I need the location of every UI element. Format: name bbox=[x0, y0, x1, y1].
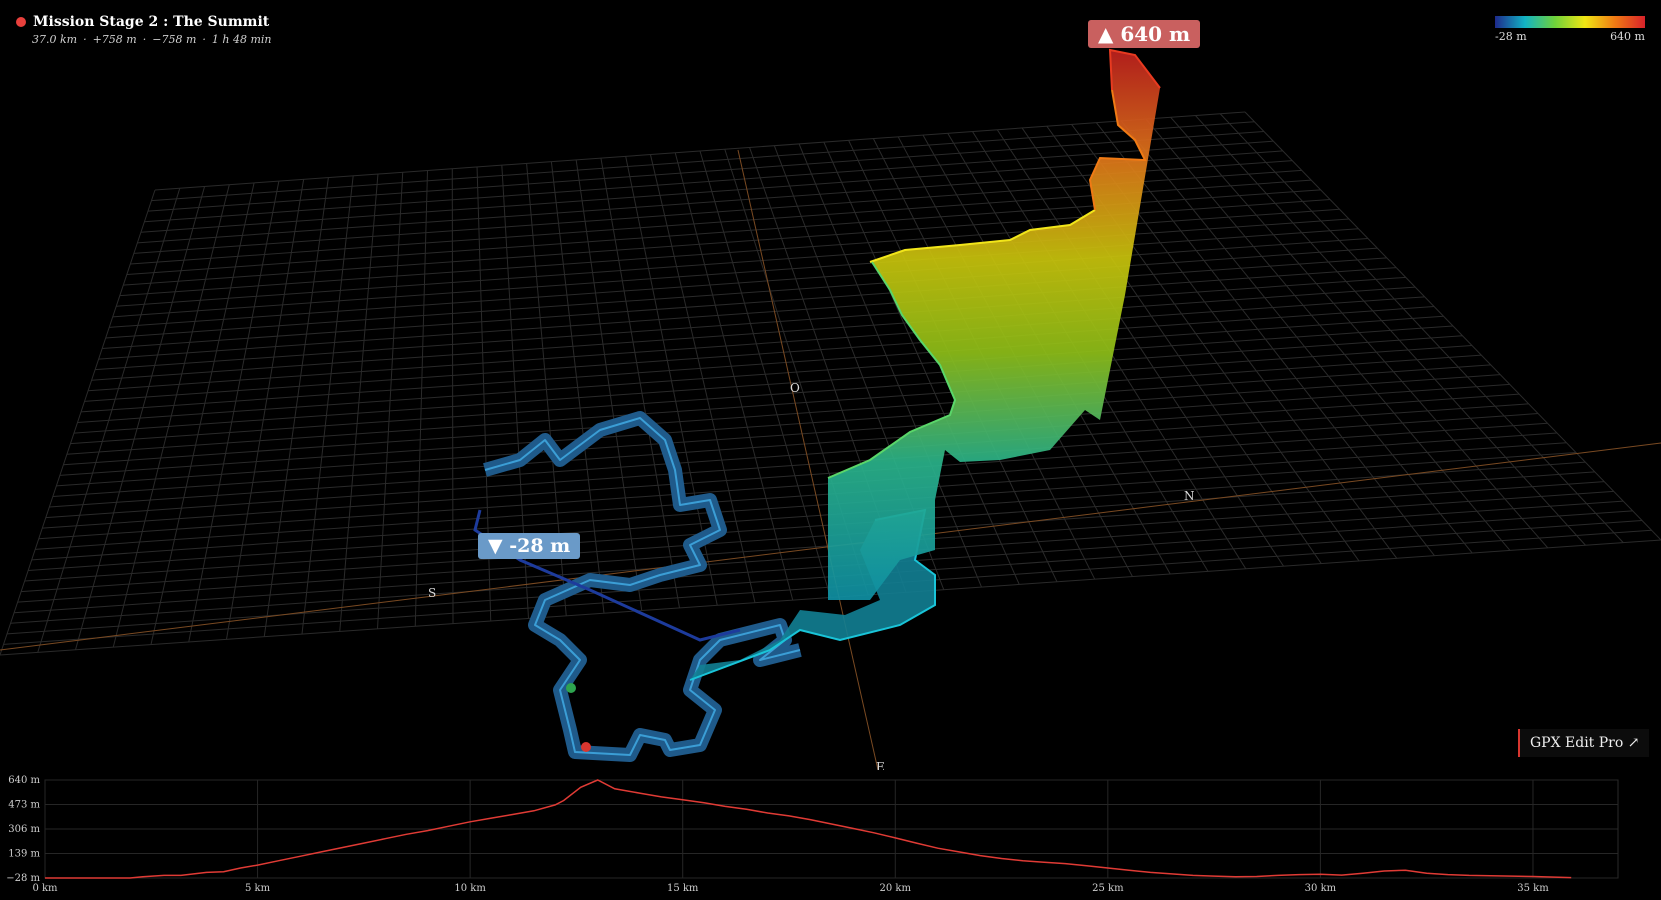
grid-line bbox=[1145, 118, 1511, 551]
grid-line bbox=[1195, 115, 1586, 546]
x-tick-label: 15 km bbox=[667, 883, 699, 894]
grid-line bbox=[10, 510, 1633, 624]
stat-separator: · bbox=[202, 33, 206, 46]
stat-ascent: +758 m bbox=[92, 33, 137, 46]
end-marker[interactable] bbox=[581, 742, 591, 752]
min-elevation-badge: ▼ -28 m bbox=[478, 533, 581, 559]
y-tick-label: 473 m bbox=[8, 800, 40, 811]
route-title: Mission Stage 2 : The Summit bbox=[33, 14, 270, 30]
route-header: Mission Stage 2 : The Summit 37.0 km · +75… bbox=[16, 14, 271, 46]
compass-n: N bbox=[1184, 489, 1195, 503]
max-elevation-badge: ▲ 640 m bbox=[1088, 20, 1201, 48]
grid-line bbox=[35, 442, 1567, 550]
grid-line bbox=[59, 374, 1501, 476]
grid-line bbox=[1095, 122, 1435, 556]
record-dot-icon bbox=[16, 17, 26, 27]
grid-line bbox=[14, 500, 1624, 614]
grid-line bbox=[56, 383, 1510, 487]
legend-gradient-bar bbox=[1495, 16, 1645, 28]
y-tick-label: 306 m bbox=[8, 824, 40, 835]
grid-line bbox=[31, 451, 1576, 561]
grid-line bbox=[21, 481, 1605, 593]
x-tick-label: 35 km bbox=[1517, 883, 1549, 894]
stat-duration: 1 h 48 min bbox=[211, 33, 272, 46]
x-tick-label: 0 km bbox=[32, 883, 58, 894]
stat-distance: 37.0 km bbox=[32, 33, 78, 46]
x-tick-label: 10 km bbox=[454, 883, 486, 894]
stat-descent: −758 m bbox=[152, 33, 197, 46]
compass-s: S bbox=[428, 586, 436, 600]
y-tick-label: 640 m bbox=[8, 775, 40, 786]
grid-line bbox=[77, 325, 1454, 423]
grid-line bbox=[70, 344, 1472, 445]
x-tick-label: 20 km bbox=[880, 883, 912, 894]
stat-separator: · bbox=[83, 33, 87, 46]
route-stats: 37.0 km · +758 m · −758 m · 1 h 48 min bbox=[32, 33, 271, 46]
compass-o: O bbox=[790, 381, 800, 395]
x-tick-label: 30 km bbox=[1305, 883, 1337, 894]
x-tick-label: 25 km bbox=[1092, 883, 1124, 894]
y-tick-label: 139 m bbox=[8, 849, 40, 860]
profile-grid bbox=[44, 779, 1619, 879]
legend-max-label: 640 m bbox=[1610, 30, 1645, 43]
grid-line bbox=[28, 461, 1586, 571]
grid-line bbox=[42, 422, 1548, 529]
grid-line bbox=[63, 364, 1491, 466]
profile-y-ticks: 640 m473 m306 m139 m−28 m bbox=[6, 775, 40, 884]
grid-line bbox=[17, 490, 1614, 603]
grid-line bbox=[73, 335, 1463, 434]
stat-separator: · bbox=[142, 33, 147, 46]
x-tick-label: 5 km bbox=[245, 883, 271, 894]
legend-min-label: -28 m bbox=[1495, 30, 1527, 43]
elevation-profile-chart[interactable]: 640 m473 m306 m139 m−28 m 0 km 5 km 10 km 1… bbox=[0, 770, 1661, 900]
grid-line bbox=[66, 354, 1482, 455]
grid-line bbox=[24, 471, 1595, 582]
compass-axes: S N O E bbox=[0, 149, 1661, 770]
3d-route-view[interactable]: S N O E bbox=[0, 0, 1661, 770]
grid-line bbox=[38, 432, 1558, 540]
route-3d-track bbox=[473, 48, 1161, 762]
gpx-edit-pro-link[interactable]: GPX Edit Pro ↗ bbox=[1518, 729, 1650, 757]
grid-line bbox=[52, 393, 1520, 497]
compass-e: E bbox=[876, 760, 885, 770]
elevation-legend: -28 m 640 m bbox=[1495, 16, 1645, 43]
profile-x-ticks: 0 km 5 km 10 km 15 km 20 km 25 km 30 km 35 km bbox=[32, 883, 1549, 894]
start-marker[interactable] bbox=[566, 683, 576, 693]
